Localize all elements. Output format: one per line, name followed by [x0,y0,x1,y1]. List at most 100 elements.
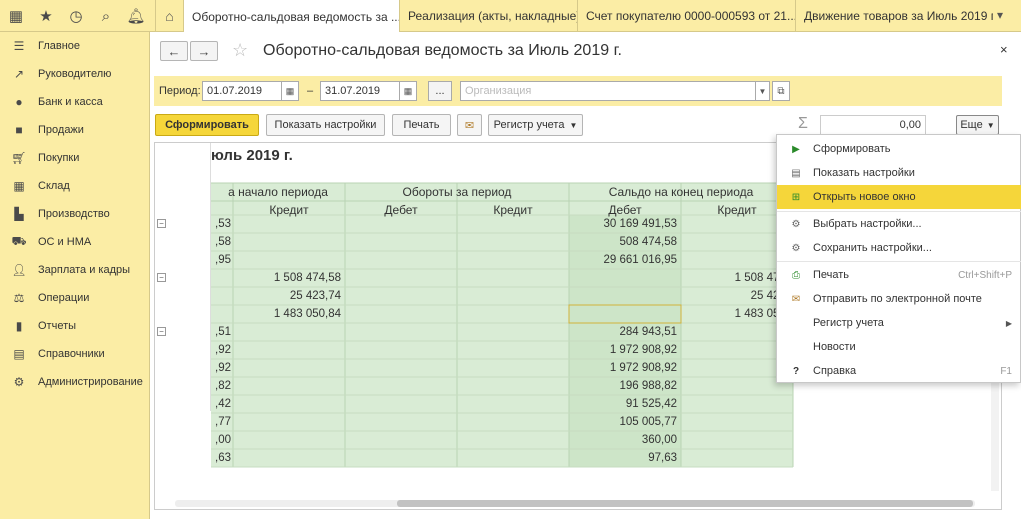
table-cell[interactable]: 508 474,58 [569,236,677,248]
menu-item-generate[interactable]: ▶ Сформировать [777,137,1021,161]
table-cell[interactable]: ,92 [211,344,231,356]
back-button[interactable]: ← [160,41,188,61]
open-icon[interactable]: ⧉ [772,81,790,101]
table-cell[interactable]: 105 005,77 [569,416,677,428]
search-icon[interactable]: ⌕ [95,5,117,27]
table-cell[interactable]: ,51 [211,326,231,338]
table-cell[interactable]: ,77 [211,416,231,428]
menu-item-send-email[interactable]: ✉ Отправить по электронной почте [777,287,1021,311]
menu-item-label: Справка [813,365,857,377]
header-debit: Дебет [384,203,418,217]
group-collapse-icon[interactable]: − [157,219,166,228]
new-window-icon: ⊞ [791,191,801,203]
sidebar-item-bank[interactable]: ● Банк и касса [0,88,150,116]
more-button-label: Еще [960,119,983,131]
sidebar-item-payroll[interactable]: 👤︎ Зарплата и кадры [0,256,150,284]
table-cell[interactable]: 97,63 [569,452,677,464]
sidebar-item-fixed-assets[interactable]: ⛟ ОС и НМА [0,228,150,256]
table-cell[interactable]: ,63 [211,452,231,464]
sidebar-item-label: Отчеты [38,320,77,332]
bell-icon[interactable]: 🔔︎ [125,5,147,27]
apps-grid-icon[interactable]: ▦ [5,5,27,27]
tab-osv[interactable]: Оборотно-сальдовая ведомость за ... ✕ [183,0,399,33]
table-cell[interactable]: 29 661 016,95 [569,254,677,266]
table-cell[interactable]: 1 483 050, [681,308,789,320]
table-cell[interactable]: 91 525,42 [569,398,677,410]
menu-item-show-settings[interactable]: ▤ Показать настройки [777,161,1021,185]
top-bar: ▦ ★ ◷ ⌕ 🔔︎ ⌂ Оборотно-сальдовая ведомост… [0,0,1021,33]
table-cell[interactable]: ,42 [211,398,231,410]
menu-item-register[interactable]: Регистр учета ▶ [777,311,1021,335]
sidebar-item-purchases[interactable]: 🛒︎ Покупки [0,144,150,172]
table-cell[interactable]: 1 508 474,58 [233,272,341,284]
sidebar-item-warehouse[interactable]: ▦ Склад [0,172,150,200]
sidebar-item-operations[interactable]: ⚖ Операции [0,284,150,312]
table-cell[interactable]: 1 972 908,92 [569,362,677,374]
menu-item-label: Сформировать [813,143,891,155]
table-cell[interactable]: 25 423,74 [233,290,341,302]
favorite-star-icon[interactable]: ☆ [232,40,248,61]
forward-button[interactable]: → [190,41,218,61]
table-cell[interactable]: ,82 [211,380,231,392]
table-cell[interactable]: 25 423, [681,290,789,302]
table-cell[interactable]: ,53 [211,218,231,230]
tabs-dropdown-icon[interactable]: ▾ [997,8,1003,22]
menu-item-choose-settings[interactable]: ⚙ Выбрать настройки... [777,212,1021,236]
register-button[interactable]: Регистр учета ▼ [488,114,583,136]
tab-label: Оборотно-сальдовая ведомость за ... [192,9,399,24]
period-select-button[interactable]: ... [428,81,452,101]
menu-item-open-new-window[interactable]: ⊞ Открыть новое окно [777,185,1021,209]
sidebar-item-manager[interactable]: ↗ Руководителю [0,60,150,88]
more-button[interactable]: Еще ▼ [956,115,999,135]
menu-item-print[interactable]: ⎙ Печать Ctrl+Shift+P [777,263,1021,287]
email-envelope-icon[interactable]: ✉ [457,114,482,136]
tab-realization[interactable]: Реализация (акты, накладные) ✕ [399,0,577,32]
menu-item-label: Отправить по электронной почте [813,293,982,305]
scrollbar-thumb[interactable] [397,500,973,507]
organization-input[interactable]: Организация [460,81,756,101]
header-start-period: а начало периода [228,185,328,199]
sidebar-item-directories[interactable]: ▤ Справочники [0,340,150,368]
bar-chart-icon: ▮ [15,319,23,333]
table-cell[interactable]: 284 943,51 [569,326,677,338]
group-collapse-icon[interactable]: − [157,327,166,336]
table-cell[interactable]: 30 169 491,53 [569,218,677,230]
calendar-icon[interactable]: ▦ [282,81,299,101]
book-icon: ▤ [13,347,25,361]
menu-item-help[interactable]: ? Справка F1 [777,359,1021,383]
period-label: Период: [159,85,201,97]
header-credit: Кредит [493,203,533,217]
sidebar-item-sales[interactable]: ■ Продажи [0,116,150,144]
horizontal-scrollbar[interactable] [175,500,975,507]
show-settings-button[interactable]: Показать настройки [266,114,385,136]
menu-item-save-settings[interactable]: ⚙ Сохранить настройки... [777,236,1021,260]
table-cell[interactable]: ,58 [211,236,231,248]
table-cell[interactable]: 360,00 [569,434,677,446]
calendar-icon[interactable]: ▦ [400,81,417,101]
table-cell[interactable]: ,95 [211,254,231,266]
sidebar-item-admin[interactable]: ⚙ Администрирование [0,368,150,396]
tab-invoice[interactable]: Счет покупателю 0000-000593 от 21.... ✕ [577,0,795,32]
table-cell[interactable]: ,92 [211,362,231,374]
table-cell[interactable]: 196 988,82 [569,380,677,392]
home-icon[interactable]: ⌂ [155,0,183,32]
sidebar-item-main[interactable]: ☰ Главное [0,32,150,60]
chevron-down-icon[interactable]: ▼ [756,81,770,101]
table-cell[interactable]: 1 483 050,84 [233,308,341,320]
table-cell[interactable]: ,00 [211,434,231,446]
history-icon[interactable]: ◷ [65,5,87,27]
sum-field: 0,00 [820,115,926,135]
favorites-star-icon[interactable]: ★ [35,5,57,27]
tab-goods-movement[interactable]: Движение товаров за Июль 2019 г. ✕ [795,0,993,32]
form-close-button[interactable]: × [1000,42,1008,57]
table-cell[interactable]: 1 508 474, [681,272,789,284]
menu-item-news[interactable]: Новости [777,335,1021,359]
sidebar-item-reports[interactable]: ▮ Отчеты [0,312,150,340]
print-button[interactable]: Печать [392,114,451,136]
generate-button[interactable]: Сформировать [155,114,259,136]
sidebar-item-production[interactable]: ▙ Производство [0,200,150,228]
table-cell[interactable]: 1 972 908,92 [569,344,677,356]
group-collapse-icon[interactable]: − [157,273,166,282]
date-to-input[interactable]: 31.07.2019 [320,81,400,101]
date-from-input[interactable]: 01.07.2019 [202,81,282,101]
